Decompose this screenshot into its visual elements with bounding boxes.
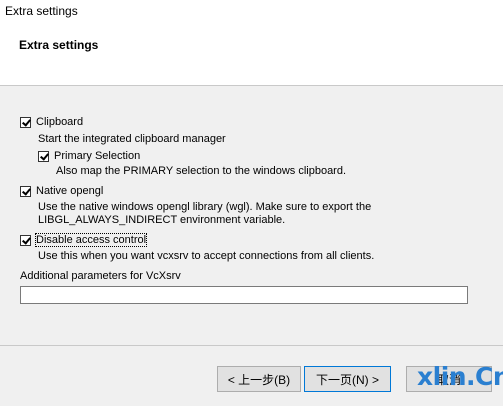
back-button[interactable]: < 上一步(B) — [217, 366, 301, 392]
window-title: Extra settings — [5, 4, 78, 18]
watermark-logo: xlin.Cn — [417, 362, 503, 391]
disable-access-control-label: Disable access control — [34, 233, 148, 247]
next-button[interactable]: 下一页(N) > — [304, 366, 391, 392]
primary-selection-option[interactable]: Primary Selection — [38, 150, 140, 162]
wizard-header: Extra settings — [0, 22, 503, 86]
additional-parameters-label: Additional parameters for VcXsrv — [20, 270, 181, 282]
native-opengl-option[interactable]: Native opengl — [20, 185, 103, 197]
primary-selection-checkbox[interactable] — [38, 150, 49, 162]
disable-access-control-description: Use this when you want vcxsrv to accept … — [38, 250, 375, 262]
clipboard-description: Start the integrated clipboard manager — [38, 133, 226, 145]
clipboard-option[interactable]: Clipboard — [20, 116, 83, 128]
primary-selection-description: Also map the PRIMARY selection to the wi… — [56, 165, 347, 177]
disable-access-control-option[interactable]: Disable access control — [20, 233, 148, 247]
native-opengl-description-2: LIBGL_ALWAYS_INDIRECT environment variab… — [38, 214, 286, 226]
native-opengl-checkbox[interactable] — [20, 185, 31, 197]
page-title: Extra settings — [19, 38, 99, 52]
footer-divider — [0, 345, 503, 346]
additional-parameters-input[interactable] — [20, 286, 468, 304]
native-opengl-description: Use the native windows opengl library (w… — [38, 201, 372, 213]
primary-selection-label: Primary Selection — [54, 150, 141, 162]
title-bar: Extra settings — [0, 0, 503, 22]
disable-access-control-checkbox[interactable] — [20, 234, 31, 246]
native-opengl-label: Native opengl — [36, 185, 104, 197]
clipboard-label: Clipboard — [36, 116, 84, 128]
clipboard-checkbox[interactable] — [20, 116, 31, 128]
